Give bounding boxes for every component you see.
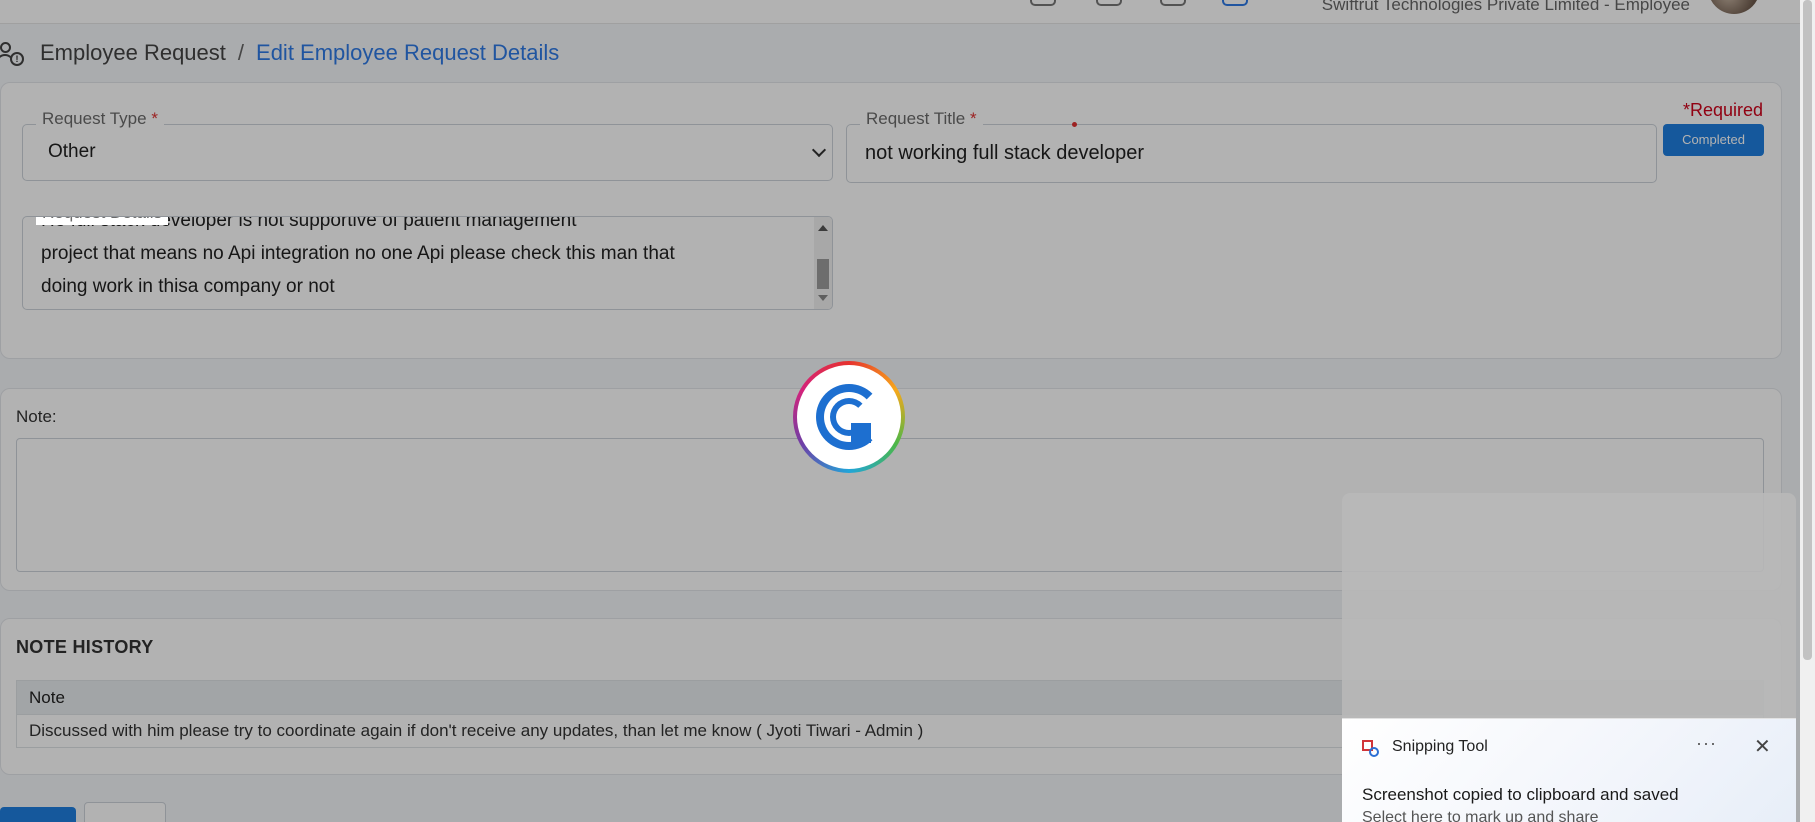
snipping-tool-toast[interactable]: Snipping Tool ··· ✕ Screenshot copied to… [1342,718,1796,822]
snipping-tool-icon [1362,740,1380,758]
toast-message: Screenshot copied to clipboard and saved [1362,785,1679,804]
toast-subtext[interactable]: Select here to mark up and share [1362,809,1599,822]
request-details-label: Request Details [36,217,169,225]
page-scroll-thumb[interactable] [1803,0,1812,660]
spinner-logo-icon [793,361,905,473]
more-options-icon[interactable]: ··· [1696,733,1717,754]
close-icon[interactable]: ✕ [1754,734,1771,759]
toast-app-name: Snipping Tool [1392,738,1488,755]
page-scrollbar[interactable] [1800,0,1815,822]
toast-preview[interactable] [1342,493,1796,718]
